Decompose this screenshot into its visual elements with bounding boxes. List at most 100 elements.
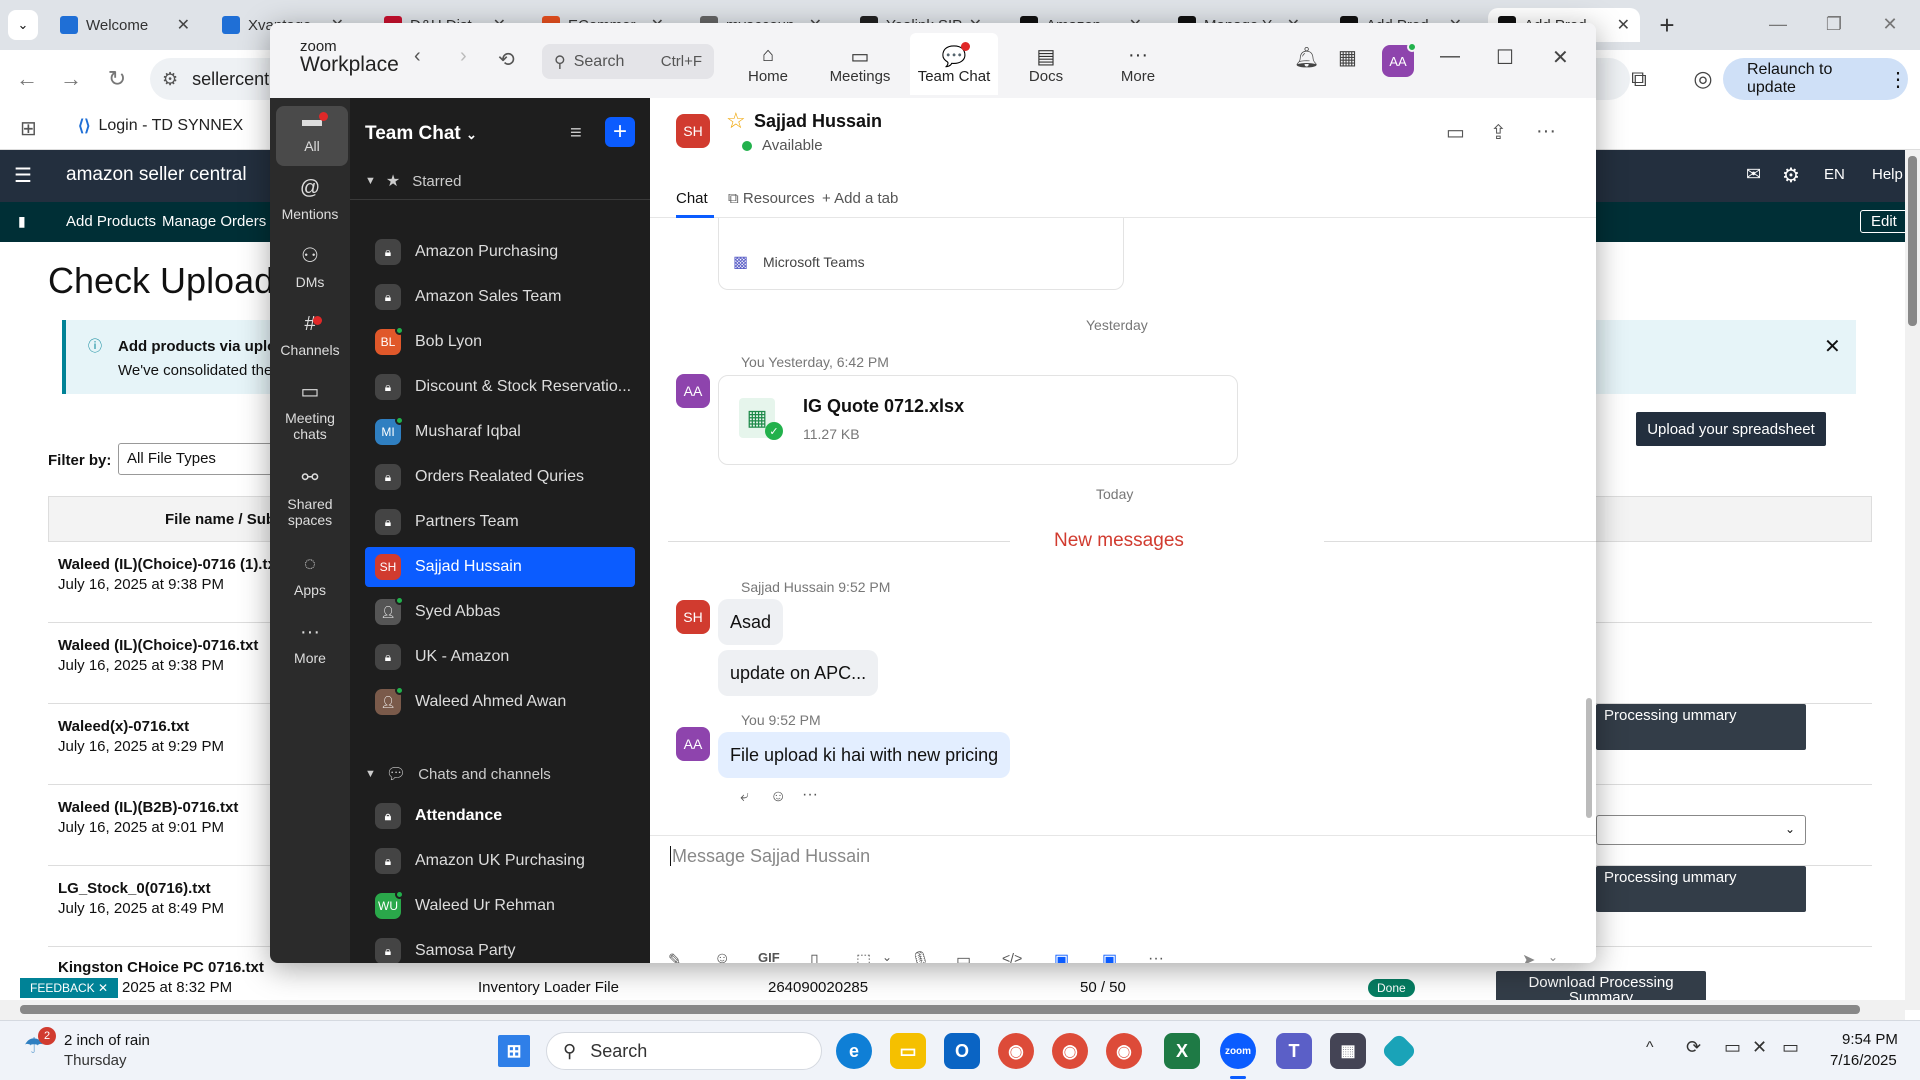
list-item[interactable]: BL Bob Lyon: [365, 322, 635, 362]
history-icon[interactable]: ⟲: [498, 47, 515, 72]
minimize-icon[interactable]: —: [1752, 8, 1804, 40]
section-starred[interactable]: ▼ ★ Starred: [365, 171, 461, 191]
link-preview-card[interactable]: ▩ Microsoft Teams: [718, 218, 1124, 290]
teams-icon[interactable]: T: [1276, 1033, 1312, 1069]
action-select[interactable]: ⌄: [1596, 815, 1806, 845]
microphone-icon[interactable]: 🎙︎: [910, 950, 930, 963]
app-icon[interactable]: ▣: [1054, 950, 1069, 963]
clock-date[interactable]: 7/16/2025: [1830, 1052, 1897, 1069]
mail-icon[interactable]: ✉: [1746, 164, 1761, 185]
page-vertical-scrollbar[interactable]: [1905, 150, 1920, 1010]
bookmark-item[interactable]: ⟨⟩ Login - TD SYNNEX: [78, 116, 243, 136]
chevron-down-icon[interactable]: ⌄: [882, 950, 892, 963]
list-item[interactable]: 🔒︎ Orders Realated Quries: [365, 457, 635, 497]
more-tools-icon[interactable]: ···: [1148, 950, 1164, 963]
file-icon[interactable]: ▯: [810, 950, 819, 963]
screenshot-icon[interactable]: ⬚: [856, 950, 871, 963]
site-info-icon[interactable]: ⚙: [162, 69, 178, 90]
file-name[interactable]: LG_Stock_0(0716).txt: [58, 880, 211, 897]
more-actions-icon[interactable]: ···: [802, 786, 818, 804]
outlook-icon[interactable]: O: [944, 1033, 980, 1069]
close-icon[interactable]: ✕: [177, 15, 190, 35]
star-icon[interactable]: ☆: [726, 108, 746, 134]
hamburger-icon[interactable]: ☰: [14, 163, 32, 188]
menu-icon[interactable]: ⋮: [1888, 67, 1908, 92]
section-chats-and-channels[interactable]: ▼ 💬︎ Chats and channels: [365, 764, 551, 784]
page-horizontal-scrollbar[interactable]: [0, 1000, 1905, 1020]
reload-icon[interactable]: ↻: [102, 64, 132, 94]
close-icon[interactable]: ✕: [1824, 334, 1841, 359]
app-icon[interactable]: [1380, 1032, 1418, 1070]
subnav-manage-orders[interactable]: Manage Orders: [162, 213, 266, 230]
zoom-search-input[interactable]: ⚲ Search Ctrl+F: [542, 44, 714, 79]
chat-scrollbar[interactable]: [1586, 698, 1592, 818]
language-select[interactable]: EN: [1824, 166, 1845, 183]
avatar[interactable]: AA: [1382, 42, 1417, 77]
processing-summary-button[interactable]: Processing ummary: [1596, 704, 1806, 750]
scroll-thumb[interactable]: [20, 1005, 1860, 1014]
taskbar-search[interactable]: ⚲ Search: [546, 1032, 822, 1070]
chevron-up-icon[interactable]: ^: [1646, 1039, 1654, 1057]
calculator-icon[interactable]: ▦: [1330, 1033, 1366, 1069]
chevron-right-icon[interactable]: ›: [460, 45, 467, 68]
message-bubble[interactable]: File upload ki hai with new pricing: [718, 732, 1011, 778]
file-type-select[interactable]: All File Types: [118, 443, 278, 475]
close-icon[interactable]: ✕: [1617, 15, 1630, 35]
processing-summary-button[interactable]: Processing ummary: [1596, 866, 1806, 912]
list-item[interactable]: 🔒︎ Attendance: [365, 796, 635, 836]
list-item-selected[interactable]: SH Sajjad Hussain: [365, 547, 635, 587]
add-chat-button[interactable]: +: [605, 117, 635, 147]
avatar[interactable]: AA: [676, 374, 710, 408]
code-snippet-icon[interactable]: </>: [1002, 950, 1022, 963]
forward-icon[interactable]: →: [56, 64, 86, 94]
message-bubble[interactable]: Asad: [718, 599, 784, 645]
minimize-icon[interactable]: —: [1440, 45, 1460, 68]
bookmark-icon[interactable]: ▮: [18, 213, 26, 230]
seller-logo[interactable]: amazon seller central: [66, 164, 247, 186]
chrome-icon[interactable]: ◉: [998, 1033, 1034, 1069]
list-item[interactable]: 🔒︎ Discount & Stock Reservatio...: [365, 367, 635, 407]
extensions-icon[interactable]: ⧉: [1624, 64, 1654, 94]
rail-shared-spaces[interactable]: ⚯ Shared spaces: [270, 468, 350, 528]
zoom-app-icon[interactable]: zoom: [1220, 1033, 1256, 1069]
file-explorer-icon[interactable]: ▭: [890, 1033, 926, 1069]
rail-dms[interactable]: ⚇ DMs: [270, 246, 350, 290]
format-text-icon[interactable]: ✎: [668, 950, 681, 963]
list-item[interactable]: 🔒︎ Samosa Party: [365, 931, 635, 963]
list-item[interactable]: 👤︎ Syed Abbas: [365, 592, 635, 632]
list-item[interactable]: 🔒︎ Amazon Purchasing: [365, 232, 635, 272]
scroll-thumb[interactable]: [1908, 156, 1917, 326]
file-name[interactable]: Waleed (IL)(Choice)-0716 (1).txt: [58, 556, 281, 573]
restore-icon[interactable]: ❐: [1808, 8, 1860, 40]
tab-docs[interactable]: ▤ Docs: [1002, 33, 1090, 95]
close-window-icon[interactable]: ✕: [1864, 8, 1916, 40]
feedback-tab[interactable]: FEEDBACK ✕: [20, 978, 119, 998]
contact-avatar[interactable]: SH: [676, 114, 710, 148]
video-call-icon[interactable]: ▭: [1446, 120, 1465, 145]
message-bubble[interactable]: update on APC...: [718, 650, 879, 696]
sync-icon[interactable]: ⟳: [1686, 1037, 1701, 1058]
file-name[interactable]: Kingston CHoice PC 0716.txt: [58, 959, 264, 976]
emoji-reaction-icon[interactable]: ☺: [770, 788, 786, 806]
rail-meeting-chats[interactable]: ▭ Meeting chats: [270, 382, 350, 442]
message-input[interactable]: Message Sajjad Hussain: [670, 846, 871, 867]
clock-time[interactable]: 9:54 PM: [1842, 1031, 1898, 1048]
upload-spreadsheet-button[interactable]: Upload your spreadsheet: [1636, 412, 1826, 446]
tab-resources[interactable]: ⧉ Resources: [728, 190, 815, 207]
apps-grid-icon[interactable]: ⊞: [20, 116, 37, 141]
tab-chat[interactable]: Chat: [676, 190, 708, 207]
rail-mentions[interactable]: @ Mentions: [270, 178, 350, 222]
bell-icon[interactable]: 🔔︎: [1294, 45, 1319, 70]
share-screen-icon[interactable]: ⇪: [1490, 120, 1507, 145]
tab-home[interactable]: ⌂ Home: [724, 33, 812, 95]
chevron-down-icon[interactable]: ⌄: [1548, 950, 1558, 963]
chevron-left-icon[interactable]: ‹: [414, 45, 421, 68]
tab-meetings[interactable]: ▭ Meetings: [816, 33, 904, 95]
avatar[interactable]: SH: [676, 600, 710, 634]
tab-add[interactable]: + Add a tab: [822, 190, 898, 207]
maximize-icon[interactable]: ☐: [1496, 45, 1514, 70]
excel-icon[interactable]: X: [1164, 1033, 1200, 1069]
list-item[interactable]: 🔒︎ Partners Team: [365, 502, 635, 542]
tab-more[interactable]: ··· More: [1094, 33, 1182, 95]
more-options-icon[interactable]: ···: [1536, 120, 1556, 143]
